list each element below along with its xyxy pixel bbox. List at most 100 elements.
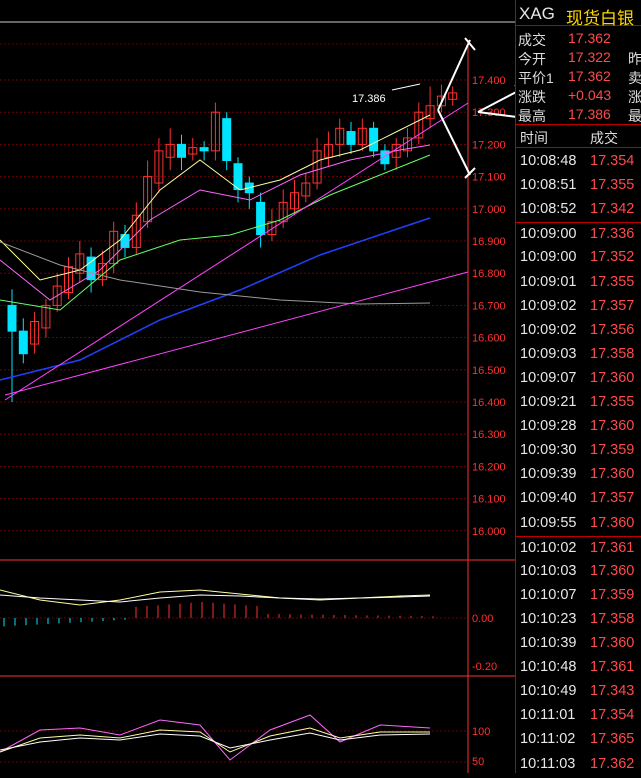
price-tick-label: 16.600 bbox=[472, 333, 506, 345]
high-marker-line bbox=[391, 83, 421, 91]
tick-price: 17.342 bbox=[590, 201, 635, 218]
candlestick-chart[interactable]: 17.40017.30017.20017.10017.00016.90016.8… bbox=[0, 0, 529, 773]
trend-line bbox=[4, 102, 469, 401]
tick-row[interactable]: 10:09:01 17.355 bbox=[516, 271, 641, 295]
price-tick-label: 16.400 bbox=[472, 397, 506, 409]
tick-row[interactable]: 10:09:55 17.360 bbox=[516, 512, 641, 536]
tick-time: 10:10:23 bbox=[520, 610, 577, 627]
tick-row[interactable]: 10:09:07 17.360 bbox=[516, 367, 641, 391]
symbol-name: 现货白银 bbox=[566, 9, 634, 28]
quote-value: 17.362 bbox=[568, 68, 611, 84]
kdj-j-line bbox=[0, 714, 431, 761]
tick-price: 17.360 bbox=[590, 635, 635, 651]
tick-price: 17.360 bbox=[590, 369, 635, 386]
tick-time: 10:10:02 bbox=[520, 539, 577, 556]
quote-row: 成交 17.362 bbox=[516, 28, 641, 48]
tick-time: 10:09:00 bbox=[520, 249, 577, 266]
tick-price: 17.359 bbox=[590, 586, 635, 603]
quote-row: 平价1 17.362 卖 bbox=[516, 66, 641, 86]
tick-price: 17.355 bbox=[590, 394, 635, 410]
quote-sidebar: XAG 现货白银 成交 17.362 今开 17.322 昨 平价1 17.36… bbox=[515, 0, 641, 773]
time-column-header: 时间 bbox=[520, 130, 548, 146]
tick-row[interactable]: 10:09:39 17.360 bbox=[516, 463, 641, 487]
symbol-header: XAG 现货白银 bbox=[516, 0, 641, 28]
ticks-header: 时间 成交 bbox=[516, 124, 641, 148]
quote-row: 涨跌 +0.043 涨 bbox=[516, 85, 641, 105]
quote-value: 17.322 bbox=[568, 49, 611, 65]
tick-time: 10:09:55 bbox=[520, 514, 577, 531]
candle-body bbox=[199, 147, 209, 152]
tick-price: 17.358 bbox=[590, 610, 635, 627]
tick-price: 17.360 bbox=[590, 514, 635, 531]
tick-time: 10:09:01 bbox=[520, 273, 577, 290]
price-tick-label: 16.300 bbox=[472, 429, 506, 441]
tick-time: 10:09:21 bbox=[520, 394, 577, 410]
tick-row[interactable]: 10:10:23 17.358 bbox=[516, 608, 641, 632]
tick-row[interactable]: 10:10:49 17.343 bbox=[516, 680, 641, 704]
kdj-tick-label: 50 bbox=[472, 756, 484, 768]
candle-body bbox=[256, 201, 266, 236]
tick-time: 10:10:48 bbox=[520, 659, 577, 676]
tick-time: 10:08:52 bbox=[520, 201, 577, 218]
tick-time: 10:09:28 bbox=[520, 418, 577, 435]
candle-body bbox=[222, 118, 232, 161]
tick-price: 17.360 bbox=[590, 418, 635, 435]
quote-label: 最高 bbox=[518, 108, 546, 124]
tick-price: 17.352 bbox=[590, 249, 635, 266]
quote-value: 17.386 bbox=[568, 106, 611, 122]
quote-extra: 最 bbox=[628, 108, 641, 124]
candle-body bbox=[7, 304, 17, 332]
price-tick-label: 16.500 bbox=[472, 365, 506, 377]
tick-row[interactable]: 10:10:03 17.360 bbox=[516, 560, 641, 584]
trend-line bbox=[4, 271, 469, 396]
tick-row[interactable]: 10:08:48 17.354 bbox=[516, 150, 641, 174]
tick-row[interactable]: 10:09:00 17.336 bbox=[516, 222, 641, 246]
tick-row[interactable]: 10:09:02 17.356 bbox=[516, 319, 641, 343]
tick-row[interactable]: 10:09:03 17.358 bbox=[516, 343, 641, 367]
tick-row[interactable]: 10:09:02 17.357 bbox=[516, 295, 641, 319]
tick-time: 10:09:40 bbox=[520, 490, 577, 507]
tick-row[interactable]: 10:10:07 17.359 bbox=[516, 584, 641, 608]
price-tick-label: 16.100 bbox=[472, 494, 506, 506]
tick-time: 10:09:02 bbox=[520, 297, 577, 314]
tick-price: 17.361 bbox=[590, 659, 635, 676]
tick-row[interactable]: 10:11:01 17.354 bbox=[516, 704, 641, 728]
candle-body bbox=[346, 131, 356, 145]
tick-price: 17.361 bbox=[590, 539, 635, 556]
tick-time: 10:11:02 bbox=[520, 731, 576, 748]
tick-row[interactable]: 10:09:30 17.359 bbox=[516, 439, 641, 463]
candle-body bbox=[86, 256, 96, 281]
candle-body bbox=[233, 163, 243, 190]
tick-row[interactable]: 10:09:28 17.360 bbox=[516, 415, 641, 439]
tick-price: 17.360 bbox=[590, 466, 635, 483]
quote-value: 17.362 bbox=[568, 30, 611, 46]
tick-row[interactable]: 10:11:02 17.365 bbox=[516, 728, 641, 752]
tick-time: 10:10:39 bbox=[520, 635, 577, 651]
tick-price: 17.359 bbox=[590, 442, 635, 459]
tick-row[interactable]: 10:10:39 17.360 bbox=[516, 632, 641, 656]
tick-row[interactable]: 10:09:40 17.357 bbox=[516, 487, 641, 511]
tick-row[interactable]: 10:10:48 17.361 bbox=[516, 656, 641, 680]
macd-tick-label: 0.00 bbox=[472, 613, 493, 625]
price-tick-label: 17.200 bbox=[472, 139, 506, 151]
tick-row[interactable]: 10:09:00 17.352 bbox=[516, 246, 641, 270]
high-price-label: 17.386 bbox=[352, 93, 386, 105]
tick-time: 10:10:49 bbox=[520, 683, 577, 700]
tick-time: 10:10:03 bbox=[520, 562, 577, 579]
tick-row[interactable]: 10:09:21 17.355 bbox=[516, 391, 641, 415]
tick-row[interactable]: 10:08:51 17.355 bbox=[516, 174, 641, 198]
tick-price: 17.362 bbox=[590, 755, 635, 772]
tick-time: 10:09:30 bbox=[520, 442, 577, 459]
tick-row[interactable]: 10:10:02 17.361 bbox=[516, 535, 641, 560]
tick-row[interactable]: 10:08:52 17.342 bbox=[516, 198, 641, 222]
kline-chart-area[interactable]: 17.400 17.300 17.200 17.100 17.000 16.900 16.8… bbox=[0, 0, 529, 773]
tick-price: 17.355 bbox=[590, 177, 635, 194]
tick-time: 10:10:07 bbox=[520, 586, 577, 603]
kdj-tick-label: 100 bbox=[472, 726, 490, 738]
tick-price: 17.358 bbox=[590, 345, 635, 362]
tick-price: 17.357 bbox=[590, 490, 635, 507]
macd-dea-line bbox=[0, 594, 431, 603]
deal-column-header: 成交 bbox=[590, 130, 618, 146]
tick-time: 10:11:01 bbox=[520, 707, 576, 724]
tick-time: 10:09:00 bbox=[520, 226, 577, 243]
